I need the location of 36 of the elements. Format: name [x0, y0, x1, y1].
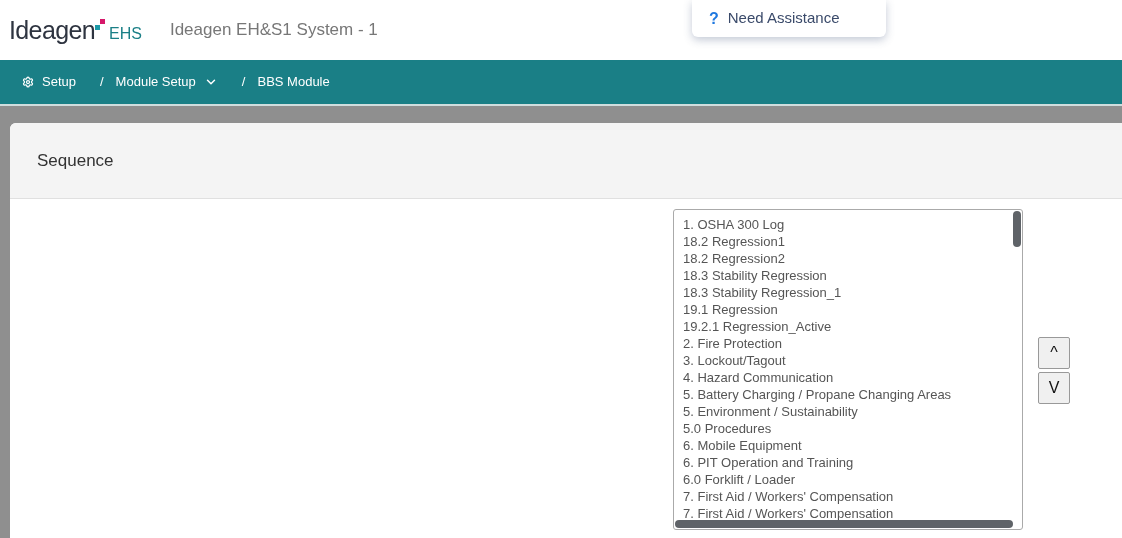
list-option[interactable]: 18.3 Stability Regression — [683, 267, 1022, 284]
list-option[interactable]: 18.3 Stability Regression_1 — [683, 284, 1022, 301]
question-icon: ? — [709, 6, 719, 31]
list-option[interactable]: 7. First Aid / Workers' Compensation — [683, 488, 1022, 505]
list-option[interactable]: 1. OSHA 300 Log — [683, 216, 1022, 233]
list-option[interactable]: 5. Environment / Sustainability — [683, 403, 1022, 420]
move-up-button[interactable]: ^ — [1038, 337, 1070, 369]
list-option[interactable]: 4. Hazard Communication — [683, 369, 1022, 386]
list-option[interactable]: 3. Lockout/Tagout — [683, 352, 1022, 369]
vertical-scrollbar[interactable] — [1013, 211, 1021, 247]
breadcrumb-separator: / — [241, 73, 246, 92]
list-option[interactable]: 2. Fire Protection — [683, 335, 1022, 352]
list-option[interactable]: 18.2 Regression2 — [683, 250, 1022, 267]
logo-mark-icon — [95, 18, 105, 31]
list-option[interactable]: 18.2 Regression1 — [683, 233, 1022, 250]
logo-text: Ideagen — [9, 17, 95, 43]
sequence-listbox[interactable] — [673, 209, 1023, 530]
logo-suffix: EHS — [109, 25, 142, 42]
horizontal-scrollbar[interactable] — [675, 520, 1013, 528]
help-button[interactable]: ? Need Assistance — [692, 0, 886, 37]
move-down-button[interactable]: V — [1038, 372, 1070, 404]
settings-icon — [22, 76, 34, 88]
breadcrumb-separator: / — [100, 73, 104, 92]
list-option[interactable]: 7. First Aid / Workers' Compensation — [683, 505, 1022, 522]
panel-title: Sequence — [37, 149, 114, 172]
breadcrumb-dropdown[interactable]: Module Setup — [115, 72, 218, 92]
breadcrumb-link[interactable]: Setup — [22, 72, 76, 92]
list-option[interactable]: 5. Battery Charging / Propane Changing Areas — [683, 386, 1022, 403]
list-option[interactable]: 6. PIT Operation and Training — [683, 454, 1022, 471]
list-option[interactable]: 19.1 Regression — [683, 301, 1022, 318]
list-option[interactable]: 19.2.1 Regression_Active — [683, 318, 1022, 335]
list-option[interactable]: 6.0 Forklift / Loader — [683, 471, 1022, 488]
breadcrumb-current: BBS Module — [257, 73, 330, 92]
list-option[interactable]: 6. Mobile Equipment — [683, 437, 1022, 454]
system-name: Ideagen EH&S1 System - 1 — [169, 19, 378, 42]
list-option[interactable]: 5.0 Procedures — [683, 420, 1022, 437]
